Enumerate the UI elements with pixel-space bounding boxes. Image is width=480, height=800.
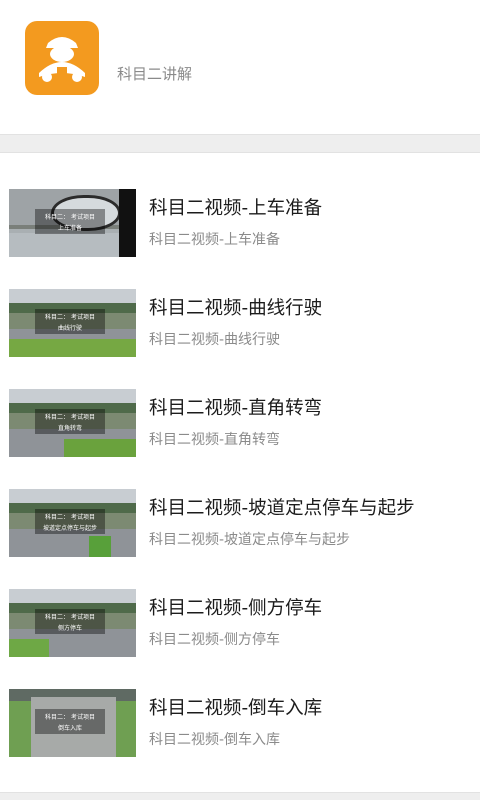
item-description: 科目二视频-倒车入库 xyxy=(149,732,281,748)
item-title: 科目二视频-曲线行驶 xyxy=(149,298,323,319)
thumbnail-caption: 科目二： 考试项目 上车准备 xyxy=(35,209,105,234)
video-thumbnail[interactable]: 科目二： 考试项目 倒车入库 xyxy=(9,689,136,757)
video-list: 科目二： 考试项目 上车准备 科目二视频-上车准备 科目二视频-上车准备 科目二… xyxy=(0,153,480,757)
video-thumbnail[interactable]: 科目二： 考试项目 上车准备 xyxy=(9,189,136,257)
item-description: 科目二视频-直角转弯 xyxy=(149,432,281,448)
item-title: 科目二视频-直角转弯 xyxy=(149,398,323,419)
driver-icon xyxy=(25,21,99,95)
item-title: 科目二视频-侧方停车 xyxy=(149,598,323,619)
bottom-divider xyxy=(0,792,480,800)
video-thumbnail[interactable]: 科目二： 考试项目 曲线行驶 xyxy=(9,289,136,357)
thumbnail-caption: 科目二： 考试项目 直角转弯 xyxy=(35,409,105,434)
list-item[interactable]: 科目二： 考试项目 直角转弯 科目二视频-直角转弯 科目二视频-直角转弯 xyxy=(0,353,480,457)
thumbnail-caption: 科目二： 考试项目 侧方停车 xyxy=(35,609,105,634)
list-item[interactable]: 科目二： 考试项目 倒车入库 科目二视频-倒车入库 科目二视频-倒车入库 xyxy=(0,653,480,757)
item-title: 科目二视频-上车准备 xyxy=(149,198,323,219)
item-title: 科目二视频-倒车入库 xyxy=(149,698,323,719)
thumbnail-caption: 科目二： 考试项目 坡道定点停车与起步 xyxy=(35,509,105,534)
item-description: 科目二视频-上车准备 xyxy=(149,232,281,248)
list-item[interactable]: 科目二： 考试项目 坡道定点停车与起步 科目二视频-坡道定点停车与起步 科目二视… xyxy=(0,453,480,557)
video-thumbnail[interactable]: 科目二： 考试项目 侧方停车 xyxy=(9,589,136,657)
app-header: 科目二讲解 xyxy=(0,0,480,134)
thumbnail-caption: 科目二： 考试项目 曲线行驶 xyxy=(35,309,105,334)
thumbnail-caption: 科目二： 考试项目 倒车入库 xyxy=(35,709,105,734)
list-item[interactable]: 科目二： 考试项目 上车准备 科目二视频-上车准备 科目二视频-上车准备 xyxy=(0,153,480,257)
item-description: 科目二视频-侧方停车 xyxy=(149,632,281,648)
list-item[interactable]: 科目二： 考试项目 侧方停车 科目二视频-侧方停车 科目二视频-侧方停车 xyxy=(0,553,480,657)
app-title-faint xyxy=(118,38,258,52)
item-description: 科目二视频-曲线行驶 xyxy=(149,332,281,348)
list-item[interactable]: 科目二： 考试项目 曲线行驶 科目二视频-曲线行驶 科目二视频-曲线行驶 xyxy=(0,253,480,357)
video-thumbnail[interactable]: 科目二： 考试项目 直角转弯 xyxy=(9,389,136,457)
video-thumbnail[interactable]: 科目二： 考试项目 坡道定点停车与起步 xyxy=(9,489,136,557)
app-subtitle: 科目二讲解 xyxy=(117,65,193,83)
item-description: 科目二视频-坡道定点停车与起步 xyxy=(149,532,351,548)
item-title: 科目二视频-坡道定点停车与起步 xyxy=(149,498,415,519)
section-divider xyxy=(0,134,480,153)
